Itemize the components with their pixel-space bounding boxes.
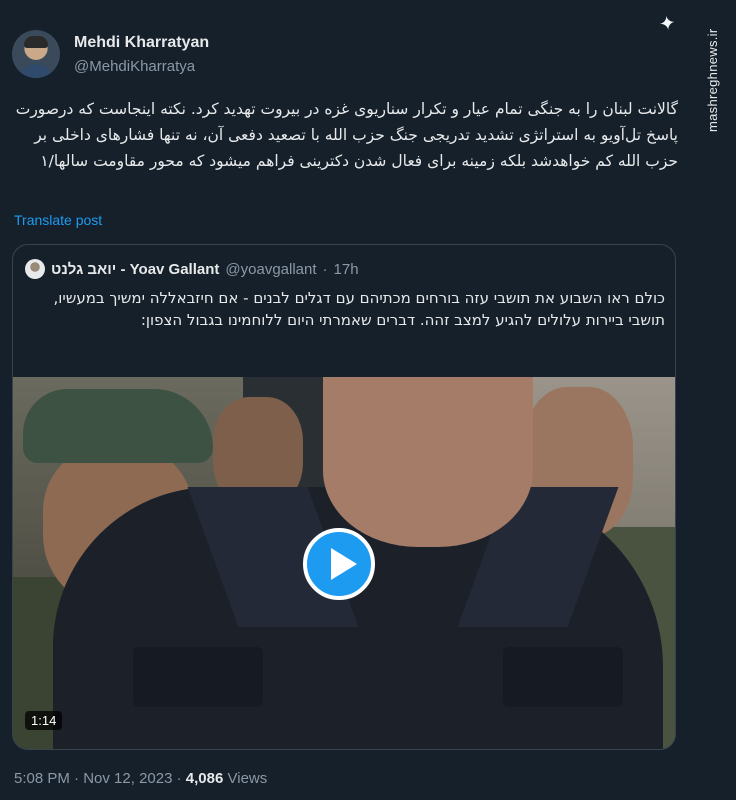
quoted-author-handle[interactable]: @yoavgallant — [225, 261, 316, 278]
views-label: Views — [227, 770, 268, 787]
tweet-text: گالانت لبنان را به جنگی تمام عیار و تکرا… — [15, 100, 678, 170]
separator-dot: · — [322, 260, 328, 278]
video-duration: 1:14 — [25, 711, 63, 730]
video-pocket-right — [503, 647, 623, 707]
translate-post-link[interactable]: Translate post — [14, 212, 102, 228]
quoted-post-card[interactable]: יואב גלנט - Yoav Gallant @yoavgallant · … — [12, 244, 676, 750]
author-handle[interactable]: @MehdiKharratya — [74, 58, 195, 75]
meta-separator: · — [74, 770, 84, 787]
watermark-site: mashreghnews.ir — [705, 28, 720, 133]
avatar-hair — [24, 36, 48, 48]
quoted-post-text: כולם ראו השבוע את תושבי עזה בורחים מכתיה… — [53, 289, 665, 329]
quoted-author-name[interactable]: יואב גלנט - Yoav Gallant — [51, 261, 219, 278]
post-time[interactable]: 5:08 PM — [14, 770, 70, 787]
author-name[interactable]: Mehdi Kharratyan — [74, 34, 209, 52]
video-neck — [323, 377, 533, 547]
video-player[interactable]: 1:14 — [13, 377, 675, 749]
views-count: 4,086 — [185, 770, 224, 787]
quoted-author-avatar[interactable] — [25, 259, 45, 279]
quoted-post-time[interactable]: 17h — [334, 261, 359, 278]
play-button[interactable] — [303, 528, 375, 600]
post-meta: 5:08 PM · Nov 12, 2023 · 4,086 Views — [14, 770, 267, 787]
video-pocket-left — [133, 647, 263, 707]
play-icon — [331, 548, 357, 580]
post-date[interactable]: Nov 12, 2023 — [83, 770, 172, 787]
author-avatar[interactable] — [12, 30, 60, 78]
video-cap — [23, 389, 213, 463]
meta-separator: · — [176, 770, 186, 787]
watermark-logo: ✦ — [657, 10, 678, 37]
quoted-post-header: יואב גלנט - Yoav Gallant @yoavgallant · … — [25, 259, 359, 279]
avatar-shirt — [18, 64, 54, 78]
